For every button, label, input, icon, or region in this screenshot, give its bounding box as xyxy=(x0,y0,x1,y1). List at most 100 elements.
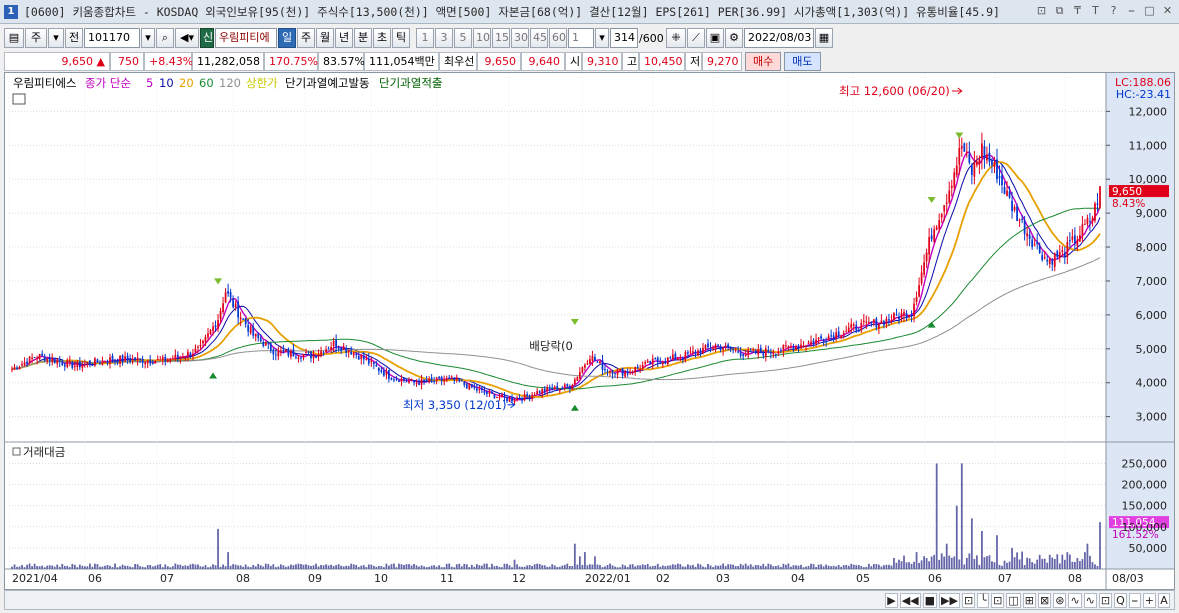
volume-bar xyxy=(943,556,946,569)
bottom-tool-icon-11[interactable]: ∿ xyxy=(1068,592,1082,608)
volume-bar xyxy=(470,564,473,569)
volume-bar xyxy=(332,565,335,569)
volume-bar xyxy=(134,563,137,569)
sell-button[interactable]: 매도 xyxy=(784,51,821,71)
draw-icon[interactable]: ⟋ xyxy=(687,28,705,48)
candle-body xyxy=(124,356,126,361)
volume-bar xyxy=(852,564,855,569)
restore-icon[interactable]: ⧉ xyxy=(1052,3,1067,19)
sound-icon[interactable]: ◀▾ xyxy=(175,28,199,48)
bottom-tool-icon-12[interactable]: ∿ xyxy=(1083,592,1097,608)
volume-bar xyxy=(327,565,330,569)
volume-bar xyxy=(953,556,956,569)
crosshair-icon[interactable]: ⁜ xyxy=(666,28,686,48)
candle-body xyxy=(320,351,322,355)
candle-body xyxy=(1089,220,1091,222)
code-dropdown-icon[interactable]: ▾ xyxy=(141,28,155,48)
pin-icon[interactable]: ₸ xyxy=(1070,3,1085,19)
volume-bar xyxy=(214,565,217,569)
candle-body xyxy=(486,391,488,394)
tab-second[interactable]: 초 xyxy=(373,28,391,48)
step-1[interactable]: 1 xyxy=(416,28,434,48)
tab-year[interactable]: 년 xyxy=(335,28,353,48)
volume-bar xyxy=(749,564,752,569)
buy-button[interactable]: 매수 xyxy=(745,51,782,71)
tab-tick[interactable]: 틱 xyxy=(392,28,410,48)
volume-bar xyxy=(699,564,702,569)
volume-bar xyxy=(996,535,998,569)
step-30[interactable]: 30 xyxy=(511,28,529,48)
volume-bar xyxy=(963,564,966,569)
volume-bar xyxy=(840,566,843,569)
volume-bar xyxy=(36,566,39,569)
calendar-icon[interactable]: ▦ xyxy=(815,28,833,48)
high-price: 10,450 xyxy=(639,51,685,71)
candle-body xyxy=(418,382,420,385)
step-45[interactable]: 45 xyxy=(530,28,548,48)
bottom-tool-icon-10[interactable]: ⊛ xyxy=(1053,592,1067,608)
volume-bar xyxy=(955,505,958,569)
bottom-tool-icon-9[interactable]: ⊠ xyxy=(1038,592,1052,608)
step-60[interactable]: 60 xyxy=(549,28,567,48)
bottom-tool-icon-6[interactable]: ⊡ xyxy=(991,592,1005,608)
list-button[interactable]: 전 xyxy=(65,28,83,48)
bottom-tool-icon-0[interactable]: ▶ xyxy=(885,592,898,608)
volume-bar xyxy=(430,565,433,569)
bottom-tool-icon-8[interactable]: ⊞ xyxy=(1022,592,1037,608)
tab-day[interactable]: 일 xyxy=(278,28,296,48)
period-select[interactable]: 주 xyxy=(25,28,47,48)
open-label: 시 xyxy=(565,51,582,71)
tab-minute[interactable]: 분 xyxy=(354,28,372,48)
gear-icon[interactable]: ⚙ xyxy=(725,28,743,48)
step-dropdown-icon[interactable]: ▾ xyxy=(595,28,609,48)
candle-body xyxy=(257,333,260,339)
bottom-tool-icon-14[interactable]: Q xyxy=(1114,592,1127,608)
volume-bar xyxy=(523,566,526,569)
text-icon[interactable]: T xyxy=(1088,3,1103,19)
tab-week[interactable]: 주 xyxy=(297,28,315,48)
step-input[interactable]: 1 xyxy=(568,28,594,48)
candle-body xyxy=(842,332,845,335)
help-icon[interactable]: ? xyxy=(1106,3,1121,19)
volume-bar xyxy=(282,565,285,569)
step-15[interactable]: 15 xyxy=(492,28,510,48)
bottom-tool-icon-2[interactable]: ■ xyxy=(922,592,938,608)
bottom-tool-icon-15[interactable]: ⎯ xyxy=(1128,592,1141,608)
count-input[interactable]: 314 xyxy=(610,28,638,48)
step-10[interactable]: 10 xyxy=(473,28,491,48)
volume-bar xyxy=(51,565,54,569)
bottom-tool-icon-5[interactable]: ╰ xyxy=(977,592,990,608)
period-dropdown-icon[interactable]: ▾ xyxy=(48,28,64,48)
bottom-tool-icon-13[interactable]: ⊡ xyxy=(1098,592,1113,608)
candle-body xyxy=(752,349,755,351)
candle-body xyxy=(297,357,300,359)
layout-icon[interactable]: ▤ xyxy=(4,28,24,48)
save-icon[interactable]: ▣ xyxy=(706,28,724,48)
bottom-tool-icon-7[interactable]: ◫ xyxy=(1006,592,1021,608)
search-icon[interactable]: ⌕ xyxy=(156,28,174,48)
candle-body xyxy=(950,185,953,188)
bottom-tool-icon-17[interactable]: A xyxy=(1158,592,1170,608)
candle-body xyxy=(259,337,262,342)
maximize-icon[interactable]: □ xyxy=(1142,3,1157,19)
tab-month[interactable]: 월 xyxy=(316,28,334,48)
screen-capture-icon[interactable]: ⊡ xyxy=(1034,3,1049,19)
close-icon[interactable]: ✕ xyxy=(1160,3,1175,19)
date-input[interactable]: 2022/08/03 xyxy=(744,28,814,48)
bottom-tool-icon-3[interactable]: ▶▶ xyxy=(939,592,960,608)
bottom-tool-icon-16[interactable]: + xyxy=(1142,592,1156,608)
chart-svg[interactable]: 12,00011,00010,0009,0008,0007,0006,0005,… xyxy=(5,73,1174,589)
bottom-tool-icon-4[interactable]: ⊡ xyxy=(961,592,976,608)
stock-code-input[interactable]: 101170 xyxy=(84,28,140,48)
candle-body xyxy=(99,362,101,364)
chart-area[interactable]: 12,000 11,000 10,000 9,000 8,000 7,000 6,000 5,… xyxy=(4,72,1175,590)
bottom-tool-icon-1[interactable]: ◀◀ xyxy=(899,592,921,608)
volume-bar xyxy=(571,566,574,569)
best-ask: 9,650 xyxy=(477,51,521,71)
volume-bar xyxy=(702,566,704,569)
minimize-icon[interactable]: ⎯ xyxy=(1124,3,1139,19)
volume-bar xyxy=(661,565,664,569)
step-3[interactable]: 3 xyxy=(435,28,453,48)
candle-body xyxy=(636,366,639,368)
step-5[interactable]: 5 xyxy=(454,28,472,48)
